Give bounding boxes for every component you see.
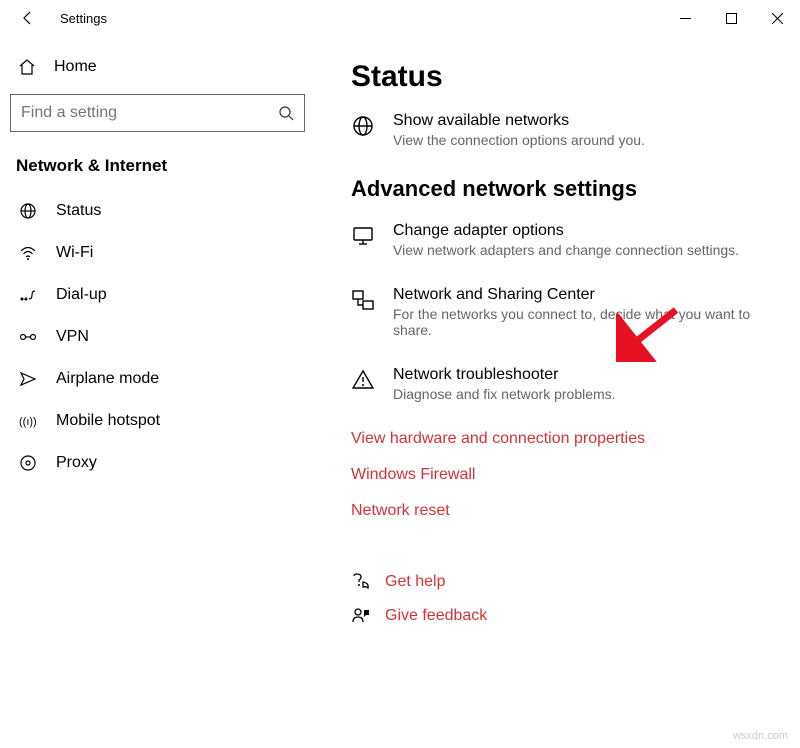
reset-link[interactable]: Network reset	[351, 502, 770, 520]
sidebar-category: Network & Internet	[16, 156, 305, 176]
globe-icon	[351, 112, 377, 148]
watermark: wsxdn.com	[733, 730, 788, 742]
minimize-button[interactable]	[662, 2, 708, 34]
wifi-icon	[18, 244, 38, 262]
dialup-icon	[18, 288, 38, 302]
feedback-row[interactable]: Give feedback	[351, 606, 770, 626]
warning-icon	[351, 366, 377, 402]
option-desc: For the networks you connect to, decide …	[393, 306, 770, 338]
show-networks-option[interactable]: Show available networks View the connect…	[351, 112, 770, 148]
main-panel: Status Show available networks View the …	[315, 36, 800, 748]
status-icon	[18, 202, 38, 220]
option-title: Network troubleshooter	[393, 366, 616, 384]
back-button[interactable]	[16, 6, 40, 30]
sidebar: Home Network & Internet Status Wi-Fi	[0, 36, 315, 748]
sidebar-item-label: Wi-Fi	[56, 244, 93, 262]
page-title: Status	[351, 60, 770, 94]
home-icon	[18, 58, 36, 76]
sidebar-item-label: Airplane mode	[56, 370, 159, 388]
maximize-button[interactable]	[708, 2, 754, 34]
option-desc: View the connection options around you.	[393, 132, 645, 148]
sidebar-item-label: Status	[56, 202, 101, 220]
adapter-icon	[351, 222, 377, 258]
hotspot-icon: ((ı))	[18, 412, 38, 430]
get-help-link: Get help	[385, 573, 445, 591]
firewall-link[interactable]: Windows Firewall	[351, 466, 770, 484]
sidebar-item-airplane[interactable]: Airplane mode	[10, 358, 305, 400]
sidebar-item-proxy[interactable]: Proxy	[10, 442, 305, 484]
sidebar-item-label: Proxy	[56, 454, 97, 472]
svg-text:((ı)): ((ı))	[19, 416, 37, 428]
search-input[interactable]	[21, 104, 278, 122]
vpn-icon	[18, 330, 38, 344]
option-title: Change adapter options	[393, 222, 739, 240]
sharing-icon	[351, 286, 377, 338]
search-box[interactable]	[10, 94, 305, 132]
adapter-options[interactable]: Change adapter options View network adap…	[351, 222, 770, 258]
help-icon	[351, 572, 371, 592]
option-desc: View network adapters and change connect…	[393, 242, 739, 258]
option-title: Network and Sharing Center	[393, 286, 770, 304]
sharing-center-option[interactable]: Network and Sharing Center For the netwo…	[351, 286, 770, 338]
option-title: Show available networks	[393, 112, 645, 130]
airplane-icon	[18, 370, 38, 388]
close-button[interactable]	[754, 2, 800, 34]
sidebar-home[interactable]: Home	[10, 48, 305, 86]
feedback-icon	[351, 606, 371, 626]
sidebar-home-label: Home	[54, 58, 97, 76]
sidebar-item-label: Dial-up	[56, 286, 107, 304]
sidebar-item-label: VPN	[56, 328, 89, 346]
sidebar-item-vpn[interactable]: VPN	[10, 316, 305, 358]
troubleshooter-option[interactable]: Network troubleshooter Diagnose and fix …	[351, 366, 770, 402]
sidebar-item-wifi[interactable]: Wi-Fi	[10, 232, 305, 274]
sidebar-item-hotspot[interactable]: ((ı)) Mobile hotspot	[10, 400, 305, 442]
sidebar-item-dialup[interactable]: Dial-up	[10, 274, 305, 316]
search-icon	[278, 105, 294, 121]
sidebar-item-label: Mobile hotspot	[56, 412, 160, 430]
proxy-icon	[18, 454, 38, 472]
option-desc: Diagnose and fix network problems.	[393, 386, 616, 402]
titlebar: Settings	[0, 0, 800, 36]
sidebar-item-status[interactable]: Status	[10, 190, 305, 232]
window-title: Settings	[60, 11, 107, 26]
get-help-row[interactable]: Get help	[351, 572, 770, 592]
hardware-link[interactable]: View hardware and connection properties	[351, 430, 770, 448]
feedback-link: Give feedback	[385, 607, 487, 625]
advanced-settings-heading: Advanced network settings	[351, 176, 770, 202]
